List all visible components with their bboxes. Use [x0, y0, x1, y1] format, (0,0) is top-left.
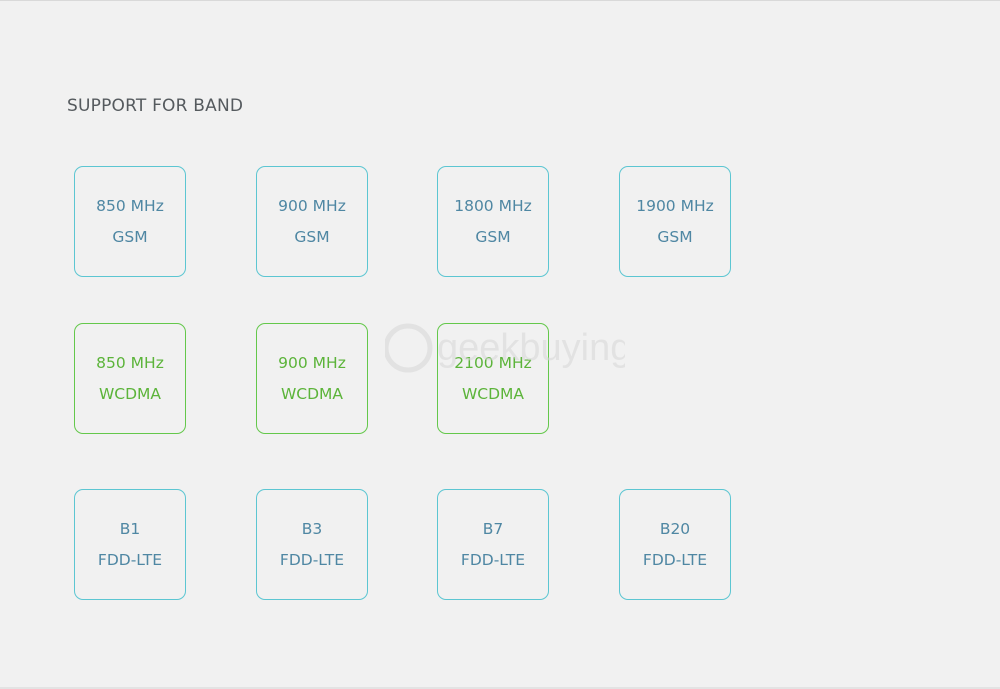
- band-frequency: 850 MHz: [96, 196, 164, 215]
- band-tile-gsm-850: 850 MHz GSM: [74, 166, 186, 277]
- band-technology: GSM: [475, 227, 511, 246]
- band-technology: WCDMA: [98, 384, 162, 403]
- band-frequency: 1800 MHz: [454, 196, 532, 215]
- band-frequency: 1900 MHz: [636, 196, 714, 215]
- band-frequency: 900 MHz: [278, 196, 346, 215]
- band-technology: GSM: [112, 227, 148, 246]
- band-technology: GSM: [657, 227, 693, 246]
- band-frequency: 850 MHz: [96, 353, 164, 372]
- section-heading: SUPPORT FOR BAND: [67, 96, 244, 116]
- band-technology: FDD-LTE: [97, 550, 163, 569]
- band-tile-wcdma-850: 850 MHz WCDMA: [74, 323, 186, 434]
- band-tile-lte-b1: B1 FDD-LTE: [74, 489, 186, 600]
- top-divider: [0, 0, 1000, 1]
- band-number: B3: [301, 519, 323, 538]
- band-number: B1: [119, 519, 141, 538]
- band-number: B20: [659, 519, 691, 538]
- band-tile-gsm-1800: 1800 MHz GSM: [437, 166, 549, 277]
- band-tile-lte-b3: B3 FDD-LTE: [256, 489, 368, 600]
- band-technology: FDD-LTE: [460, 550, 526, 569]
- band-tile-wcdma-2100: 2100 MHz WCDMA: [437, 323, 549, 434]
- band-number: B7: [482, 519, 504, 538]
- band-technology: FDD-LTE: [279, 550, 345, 569]
- band-technology: GSM: [294, 227, 330, 246]
- band-tile-wcdma-900: 900 MHz WCDMA: [256, 323, 368, 434]
- band-technology: WCDMA: [280, 384, 344, 403]
- band-tile-lte-b20: B20 FDD-LTE: [619, 489, 731, 600]
- band-technology: FDD-LTE: [642, 550, 708, 569]
- band-technology: WCDMA: [461, 384, 525, 403]
- band-tile-gsm-900: 900 MHz GSM: [256, 166, 368, 277]
- band-frequency: 900 MHz: [278, 353, 346, 372]
- band-frequency: 2100 MHz: [454, 353, 532, 372]
- band-tile-lte-b7: B7 FDD-LTE: [437, 489, 549, 600]
- band-tile-gsm-1900: 1900 MHz GSM: [619, 166, 731, 277]
